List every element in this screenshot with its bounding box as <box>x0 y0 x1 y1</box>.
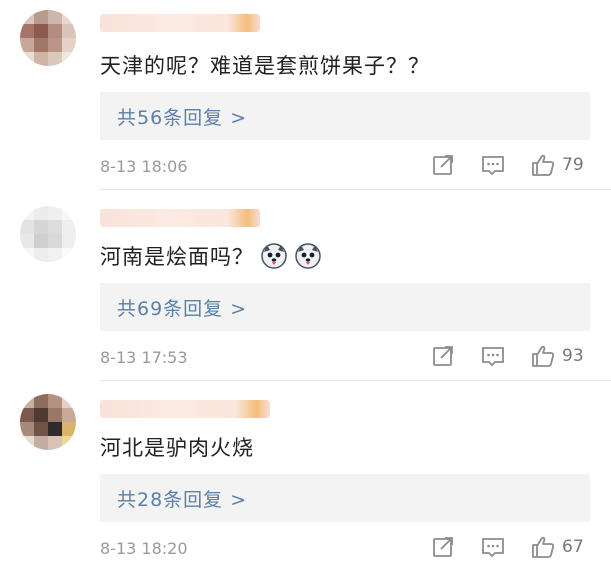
avatar[interactable] <box>20 394 76 450</box>
comment-actions: 79 <box>430 152 584 178</box>
like-button[interactable]: 93 <box>530 343 584 369</box>
comment-timestamp: 8-13 18:20 <box>100 539 188 558</box>
comment-feed: 天津的呢？难道是套煎饼果子？？ 共56条回复 > 8-13 18:06 79 河… <box>0 0 611 575</box>
thumbs-up-icon <box>532 154 555 176</box>
username-blurred[interactable] <box>100 14 260 32</box>
share-icon[interactable] <box>430 152 456 178</box>
comment-text-content: 河北是驴肉火烧 <box>100 436 254 460</box>
view-replies-button[interactable]: 共28条回复 > <box>100 474 590 522</box>
like-button[interactable]: 67 <box>530 534 584 560</box>
comment-text-content: 河南是烩面吗？ <box>100 245 254 269</box>
comment-text-content: 天津的呢？难道是套煎饼果子？？ <box>100 54 430 78</box>
comment-text: 天津的呢？难道是套煎饼果子？？ <box>100 50 430 80</box>
replies-label: 共56条回复 > <box>117 106 248 129</box>
like-button[interactable]: 79 <box>530 152 584 178</box>
avatar[interactable] <box>20 206 76 262</box>
comment-icon[interactable] <box>480 534 506 560</box>
thumbs-up-icon <box>532 345 555 367</box>
share-icon[interactable] <box>430 343 456 369</box>
comment-text: 河北是驴肉火烧 <box>100 432 254 462</box>
username-blurred[interactable] <box>100 400 270 418</box>
comment-actions: 93 <box>430 343 584 369</box>
replies-label: 共28条回复 > <box>117 488 248 511</box>
view-replies-button[interactable]: 共69条回复 > <box>100 283 590 331</box>
avatar[interactable] <box>20 10 76 66</box>
divider <box>100 380 611 381</box>
replies-label: 共69条回复 > <box>117 297 248 320</box>
like-count: 79 <box>562 155 584 175</box>
thumbs-up-icon <box>532 536 555 558</box>
comment-timestamp: 8-13 17:53 <box>100 348 188 367</box>
share-icon[interactable] <box>430 534 456 560</box>
comment-timestamp: 8-13 18:06 <box>100 157 188 176</box>
like-count: 93 <box>562 346 584 366</box>
divider <box>100 189 611 190</box>
husky-emoji-icon <box>261 243 287 269</box>
husky-emoji-icon <box>295 243 321 269</box>
username-blurred[interactable] <box>100 209 260 227</box>
comment-icon[interactable] <box>480 152 506 178</box>
like-count: 67 <box>562 537 584 557</box>
view-replies-button[interactable]: 共56条回复 > <box>100 92 590 140</box>
comment-text: 河南是烩面吗？ <box>100 241 322 271</box>
comment-icon[interactable] <box>480 343 506 369</box>
comment-actions: 67 <box>430 534 584 560</box>
